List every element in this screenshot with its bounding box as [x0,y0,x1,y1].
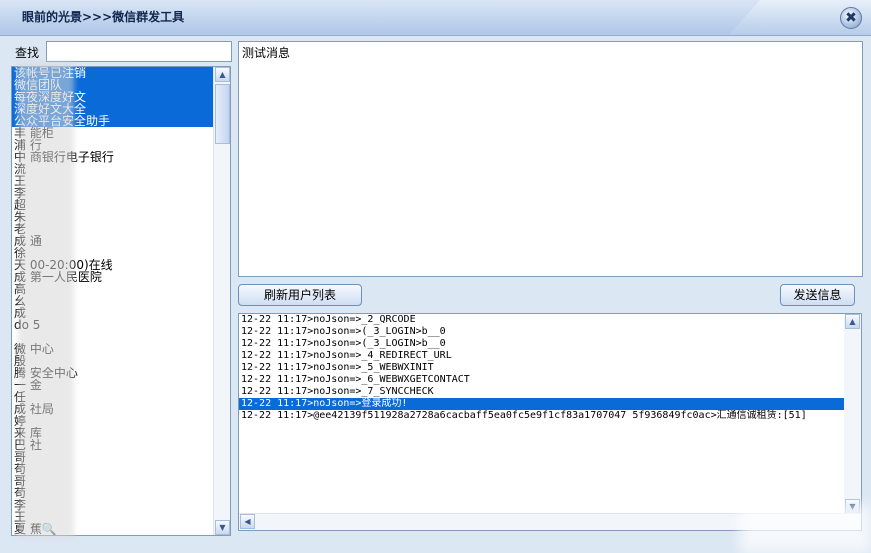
scroll-down-icon[interactable]: ▼ [215,520,230,535]
scroll-left-icon[interactable]: ◀ [240,514,255,529]
close-button[interactable]: ✖ [840,7,862,29]
log-line[interactable]: 12-22 11:17>noJson=>(_3_LOGIN>b__0 [239,338,845,350]
log-line[interactable]: 12-22 11:17>noJson=>登录成功! [239,398,845,410]
log-line[interactable]: 12-22 11:17>noJson=>_2_QRCODE [239,314,845,326]
scroll-up-icon[interactable]: ▲ [215,67,230,82]
log-line[interactable]: 12-22 11:17>noJson=>_7_SYNCCHECK [239,386,845,398]
send-message-button[interactable]: 发送信息 [780,284,855,306]
scroll-thumb[interactable] [215,84,230,144]
watermark [740,505,871,553]
search-input[interactable] [46,41,232,62]
window-title: 眼前的光景>>>微信群发工具 [22,10,185,24]
search-label: 查找 [15,46,40,60]
title-bar: 眼前的光景>>>微信群发工具 ✖ [0,0,871,36]
log-line[interactable]: 12-22 11:17>@ee42139f511928a2728a6cacbaf… [239,410,845,422]
log-lines: 12-22 11:17>noJson=>_2_QRCODE 12-22 11:17… [239,314,861,422]
log-line[interactable]: 12-22 11:17>noJson=>_4_REDIRECT_URL [239,350,845,362]
privacy-blur [18,62,74,538]
refresh-user-list-button[interactable]: 刷新用户列表 [238,284,362,306]
log-line[interactable]: 12-22 11:17>noJson=>(_3_LOGIN>b__0 [239,326,845,338]
log-scrollbar[interactable]: ▲ ▼ [844,314,861,514]
close-icon: ✖ [845,10,857,26]
message-input[interactable]: 测试消息 [238,41,863,277]
log-line[interactable]: 12-22 11:17>noJson=>_5_WEBWXINIT [239,362,845,374]
scroll-up-icon[interactable]: ▲ [845,314,860,329]
user-list-scrollbar[interactable]: ▲ ▼ [213,67,230,535]
message-text: 测试消息 [242,46,291,60]
log-output[interactable]: 12-22 11:17>noJson=>_2_QRCODE 12-22 11:17… [238,313,862,531]
log-line[interactable]: 12-22 11:17>noJson=>_6_WEBWXGETCONTACT [239,374,845,386]
